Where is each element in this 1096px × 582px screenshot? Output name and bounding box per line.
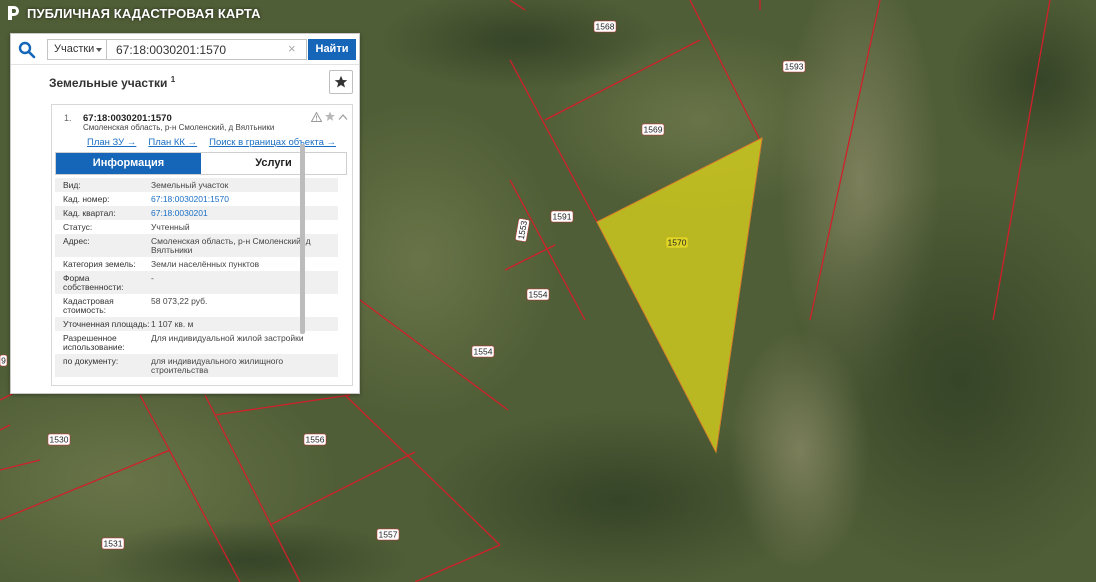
- svg-text:1570: 1570: [668, 238, 687, 248]
- row-value-link[interactable]: 67:18:0030201:1570: [151, 195, 338, 204]
- object-type-select[interactable]: Участки: [47, 39, 107, 60]
- svg-text:1554: 1554: [529, 290, 548, 300]
- parcel-label-1593[interactable]: 1593: [782, 60, 806, 73]
- search-input[interactable]: 67:18:0030201:1570: [106, 39, 307, 60]
- row-label: Вид:: [63, 180, 81, 190]
- search-bar: Участки 67:18:0030201:1570 × Найти: [11, 34, 359, 65]
- section-title-label: Земельные участки: [49, 76, 168, 90]
- row-label: Адрес:: [63, 236, 90, 246]
- find-button[interactable]: Найти: [308, 39, 356, 60]
- row-label: Кад. квартал:: [63, 208, 116, 218]
- search-input-value: 67:18:0030201:1570: [116, 43, 227, 57]
- result-actions: [311, 111, 348, 122]
- table-row: Кад. номер: 67:18:0030201:1570: [55, 192, 338, 206]
- svg-text:1569: 1569: [644, 125, 663, 135]
- parcel-label-edge[interactable]: 9: [0, 354, 8, 367]
- table-row: Адрес: Смоленская область, р-н Смоленски…: [55, 234, 338, 257]
- row-label: Разрешенное использование:: [63, 333, 125, 352]
- plan-kk-link[interactable]: План КК →: [148, 137, 197, 148]
- parcel-label-1554[interactable]: 1554: [471, 345, 495, 358]
- object-type-value: Участки: [54, 43, 95, 55]
- parcel-label-1568[interactable]: 1568: [593, 20, 617, 33]
- svg-text:1591: 1591: [553, 212, 572, 222]
- row-value: Земельный участок: [151, 180, 229, 190]
- search-panel: Участки 67:18:0030201:1570 × Найти Земел…: [10, 33, 360, 394]
- tab-services[interactable]: Услуги: [201, 153, 346, 174]
- star-icon[interactable]: [324, 111, 336, 122]
- row-label: Статус:: [63, 222, 93, 232]
- row-label: Категория земель:: [63, 259, 136, 269]
- app-header: ПУБЛИЧНАЯ КАДАСТРОВАЯ КАРТА: [6, 5, 261, 21]
- info-table: Вид: Земельный участок Кад. номер: 67:18…: [55, 178, 338, 381]
- row-value: Земли населённых пунктов: [151, 259, 260, 269]
- parcel-label-1530[interactable]: 1530: [47, 433, 71, 446]
- parcel-label-1557[interactable]: 1557: [376, 528, 400, 541]
- plan-zu-link[interactable]: План ЗУ →: [87, 137, 136, 148]
- parcel-label-1554[interactable]: 1554: [526, 288, 550, 301]
- row-value: 58 073,22 руб.: [151, 296, 208, 306]
- table-row: Категория земель: Земли населённых пункт…: [55, 257, 338, 271]
- parcel-label-1570[interactable]: 1570: [665, 236, 689, 249]
- logo-icon[interactable]: [6, 5, 20, 21]
- search-icon[interactable]: [18, 41, 36, 59]
- table-row: Статус: Учтенный: [55, 220, 338, 234]
- svg-text:1593: 1593: [785, 62, 804, 72]
- result-count: 1: [170, 75, 176, 84]
- app-title: ПУБЛИЧНАЯ КАДАСТРОВАЯ КАРТА: [27, 5, 261, 21]
- section-title: Земельные участки 1: [49, 75, 175, 90]
- search-in-bounds-link[interactable]: Поиск в границах объекта →: [209, 137, 336, 148]
- svg-text:1568: 1568: [596, 22, 615, 32]
- table-row: Уточненная площадь: 1 107 кв. м: [55, 317, 338, 331]
- svg-text:9: 9: [1, 356, 6, 366]
- row-value: 1 107 кв. м: [151, 319, 194, 329]
- parcel-label-1591[interactable]: 1591: [550, 210, 574, 223]
- row-value: Учтенный: [151, 222, 190, 232]
- table-row: Вид: Земельный участок: [55, 178, 338, 192]
- close-icon[interactable]: ×: [288, 39, 296, 59]
- tab-information[interactable]: Информация: [56, 153, 201, 174]
- svg-text:1554: 1554: [474, 347, 493, 357]
- svg-text:1531: 1531: [104, 539, 123, 549]
- row-value: Смоленская область, р-н Смоленский, д Вя…: [151, 236, 311, 255]
- parcel-label-1569[interactable]: 1569: [641, 123, 665, 136]
- row-value-link[interactable]: 67:18:0030201: [151, 209, 338, 218]
- table-row: Разрешенное использование: Для индивидуа…: [55, 331, 338, 354]
- result-address: Смоленская область, р-н Смоленский, д Вя…: [83, 123, 275, 132]
- svg-text:1530: 1530: [50, 435, 69, 445]
- row-label: Форма собственности:: [63, 273, 124, 292]
- table-row: Форма собственности: -: [55, 271, 338, 294]
- row-value: для индивидуального жилищного строительс…: [151, 356, 284, 375]
- table-row: по документу: для индивидуального жилищн…: [55, 354, 338, 377]
- table-row: Кадастровая стоимость: 58 073,22 руб.: [55, 294, 338, 317]
- row-label: по документу:: [63, 356, 119, 366]
- row-label: Уточненная площадь:: [63, 319, 150, 329]
- scrollbar[interactable]: [300, 144, 305, 334]
- svg-text:1557: 1557: [379, 530, 398, 540]
- parcel-label-1556[interactable]: 1556: [303, 433, 327, 446]
- row-label: Кадастровая стоимость:: [63, 296, 114, 315]
- result-card: 1. 67:18:0030201:1570 Смоленская область…: [51, 104, 353, 386]
- row-label: Кад. номер:: [63, 194, 110, 204]
- warning-icon[interactable]: [311, 111, 322, 122]
- parcel-label-1531[interactable]: 1531: [101, 537, 125, 550]
- result-number: 1.: [64, 113, 72, 123]
- table-row: Кад. квартал: 67:18:0030201: [55, 206, 338, 220]
- chevron-down-icon: [96, 48, 102, 52]
- favorites-button[interactable]: [329, 70, 353, 94]
- row-value: Для индивидуальной жилой застройки: [151, 333, 304, 343]
- chevron-up-icon[interactable]: [338, 113, 348, 121]
- svg-text:1556: 1556: [306, 435, 325, 445]
- row-value: -: [151, 273, 154, 283]
- result-links: План ЗУ → План КК → Поиск в границах объ…: [87, 137, 336, 148]
- star-icon: [334, 75, 348, 88]
